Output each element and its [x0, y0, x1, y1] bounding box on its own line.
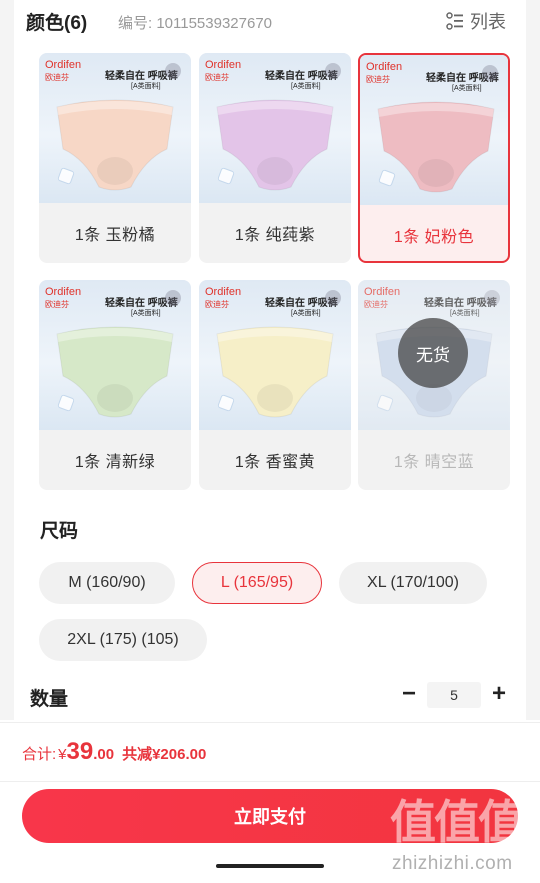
home-indicator[interactable] — [216, 864, 324, 868]
color-option-label: 1条 香蜜黄 — [234, 454, 316, 471]
photo-badge-icon — [484, 290, 500, 306]
size-section-title: 尺码 — [40, 521, 79, 542]
color-option-card[interactable]: Ordifen 欧迪芬 轻柔自在 呼吸裤 [A类面料] 1条 纯莼紫 — [199, 53, 351, 263]
divider — [0, 722, 540, 723]
photo-badge-icon — [165, 290, 181, 306]
brand-logo: Ordifen — [205, 59, 242, 71]
total-saved: 共减¥206.00 — [122, 746, 207, 763]
product-photo: Ordifen 欧迪芬 轻柔自在 呼吸裤 [A类面料] — [39, 53, 191, 203]
photo-badge-icon — [325, 63, 341, 79]
size-option-xl[interactable]: XL (170/100) — [339, 562, 487, 604]
brand-logo: Ordifen — [45, 286, 82, 298]
quantity-decrease-button[interactable]: − — [396, 680, 422, 708]
color-option-label: 1条 妃粉色 — [393, 229, 475, 246]
brand-logo-sub: 欧迪芬 — [366, 75, 390, 84]
product-photo: Ordifen 欧迪芬 轻柔自在 呼吸裤 [A类面料] — [360, 55, 508, 205]
total-decimal: .00 — [93, 746, 115, 763]
brand-logo: Ordifen — [45, 59, 82, 71]
quantity-input[interactable] — [427, 682, 481, 708]
brand-logo-sub: 欧迪芬 — [205, 73, 229, 82]
product-photo: Ordifen 欧迪芬 轻柔自在 呼吸裤 [A类面料] — [199, 53, 351, 203]
product-photo: Ordifen 欧迪芬 轻柔自在 呼吸裤 [A类面料] — [39, 280, 191, 430]
brand-logo: Ordifen — [205, 286, 242, 298]
brand-logo: Ordifen — [366, 61, 403, 73]
list-view-toggle[interactable]: 列表 — [446, 8, 506, 34]
order-total: 合计: ¥ 39 .00 共减¥206.00 — [22, 738, 206, 770]
size-option-l[interactable]: L (165/95) — [192, 562, 322, 604]
total-currency: ¥ — [58, 746, 67, 763]
size-option-2xl[interactable]: 2XL (175) (105) — [39, 619, 207, 661]
product-code: 编号: 10115539327670 — [118, 15, 273, 32]
size-option-label: XL (170/100) — [367, 574, 459, 591]
brand-logo-sub: 欧迪芬 — [45, 300, 69, 309]
color-option-label: 1条 晴空蓝 — [393, 454, 475, 471]
color-option-label: 1条 清新绿 — [74, 454, 156, 471]
color-option-label: 1条 玉粉橘 — [74, 227, 156, 244]
size-option-m[interactable]: M (160/90) — [39, 562, 175, 604]
quantity-increase-button[interactable]: + — [486, 680, 512, 708]
color-option-card[interactable]: Ordifen 欧迪芬 轻柔自在 呼吸裤 [A类面料] 1条 妃粉色 — [358, 53, 510, 263]
color-option-card[interactable]: Ordifen 欧迪芬 轻柔自在 呼吸裤 [A类面料] 1条 清新绿 — [39, 280, 191, 490]
size-option-label: L (165/95) — [220, 574, 294, 591]
quantity-title: 数量 — [30, 689, 69, 710]
size-option-label: 2XL (175) (105) — [67, 631, 179, 648]
photo-badge-icon — [482, 65, 498, 81]
list-view-label: 列表 — [470, 12, 506, 32]
color-section-title: 颜色(6) — [26, 13, 88, 34]
brand-logo-sub: 欧迪芬 — [205, 300, 229, 309]
color-section-header: 颜色(6) 编号: 10115539327670 列表 — [26, 6, 506, 34]
divider — [0, 781, 540, 782]
backdrop-right — [526, 0, 540, 720]
watermark-url: zhizhizhi.com — [392, 853, 513, 874]
backdrop-left — [0, 0, 14, 720]
brand-logo-sub: 欧迪芬 — [45, 73, 69, 82]
color-option-label: 1条 纯莼紫 — [234, 227, 316, 244]
color-option-card[interactable]: Ordifen 欧迪芬 轻柔自在 呼吸裤 [A类面料] 1条 香蜜黄 — [199, 280, 351, 490]
product-photo: Ordifen 欧迪芬 轻柔自在 呼吸裤 [A类面料] — [199, 280, 351, 430]
total-label: 合计: — [22, 746, 57, 763]
watermark-logo: 值值值 — [390, 796, 524, 848]
brand-logo-sub: 欧迪芬 — [364, 300, 388, 309]
photo-badge-icon — [325, 290, 341, 306]
sold-out-badge: 无货 — [398, 318, 468, 388]
size-option-label: M (160/90) — [68, 574, 146, 591]
list-view-icon — [446, 12, 463, 30]
total-integer: 39 — [66, 738, 94, 765]
photo-badge-icon — [165, 63, 181, 79]
brand-logo: Ordifen — [364, 286, 401, 298]
color-option-card[interactable]: Ordifen 欧迪芬 轻柔自在 呼吸裤 [A类面料] 1条 晴空蓝 无货 — [358, 280, 510, 490]
color-option-card[interactable]: Ordifen 欧迪芬 轻柔自在 呼吸裤 [A类面料] 1条 玉粉橘 — [39, 53, 191, 263]
